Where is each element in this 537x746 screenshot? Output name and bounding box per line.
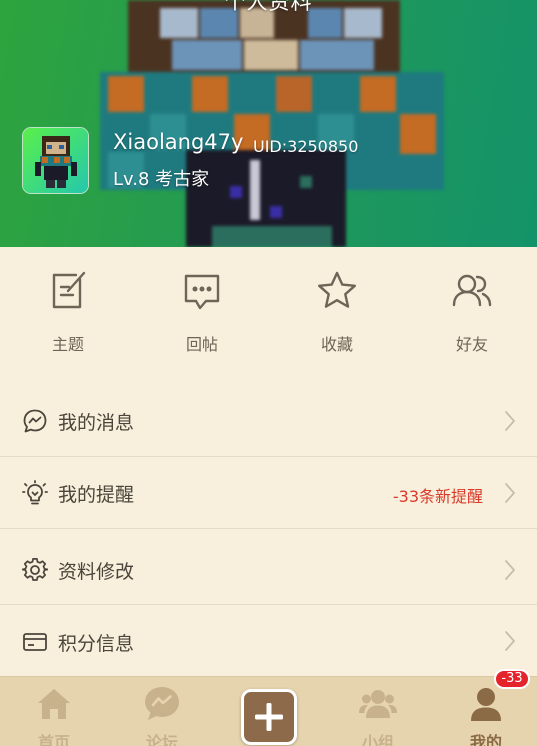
menu-item-label: 我的提醒	[58, 484, 135, 506]
tab-groups[interactable]: 小组	[333, 685, 423, 746]
tab-label: 论坛	[145, 733, 178, 746]
profile-notification-badge: -33	[494, 669, 530, 689]
quick-action-label: 好友	[455, 335, 488, 354]
menu-item-points-info[interactable]: 积分信息	[0, 605, 537, 677]
quick-action-favorites[interactable]: 收藏	[287, 269, 387, 359]
quick-action-friends[interactable]: 好友	[422, 269, 522, 359]
menu-item-edit-profile[interactable]: 资料修改	[0, 529, 537, 605]
profile-banner: 个人资料 ··· Xiaolang47y UID	[0, 0, 537, 247]
settings-icon	[22, 558, 48, 581]
chat-icon	[145, 687, 179, 720]
quick-action-label: 主题	[51, 335, 84, 354]
add-post-button[interactable]	[241, 689, 297, 745]
chevron-right-icon	[505, 483, 515, 503]
chevron-right-icon	[505, 631, 515, 651]
quick-action-topics[interactable]: 主题	[18, 269, 118, 359]
menu-item-my-reminders[interactable]: 我的提醒 -33条新提醒	[0, 457, 537, 529]
comment-dots-icon	[184, 274, 220, 310]
menu-item-label: 我的消息	[58, 412, 135, 434]
friends-icon	[452, 274, 492, 307]
avatar[interactable]	[22, 127, 89, 194]
quick-action-replies[interactable]: 回帖	[152, 269, 252, 359]
user-uid: UID:3250850	[253, 137, 359, 156]
menu-item-label: 资料修改	[58, 561, 135, 583]
menu-item-label: 积分信息	[58, 633, 135, 655]
plus-icon	[255, 703, 283, 731]
quick-action-label: 回帖	[185, 335, 218, 354]
message-icon	[23, 409, 47, 433]
chevron-right-icon	[505, 560, 515, 580]
star-icon	[318, 271, 356, 308]
tab-home[interactable]: 首页	[9, 685, 99, 746]
quick-action-label: 收藏	[320, 335, 353, 354]
tab-forum[interactable]: 论坛	[117, 685, 207, 746]
edit-note-icon	[52, 271, 86, 309]
menu-item-my-messages[interactable]: 我的消息	[0, 385, 537, 457]
page-title: 个人资料	[224, 0, 313, 14]
tab-mine[interactable]: 我的	[441, 685, 531, 746]
home-icon	[38, 689, 70, 719]
user-level: Lv.8 考古家	[113, 169, 210, 190]
tab-label: 我的	[469, 733, 502, 746]
quick-actions: 主题 回帖 收藏 好友	[0, 247, 537, 377]
username: Xiaolang47y	[113, 130, 244, 154]
card-icon	[23, 633, 47, 651]
more-options-button[interactable]: ···	[485, 0, 521, 11]
user-icon	[471, 688, 501, 721]
skin-background-image	[0, 0, 537, 247]
tab-label: 小组	[361, 733, 394, 746]
chevron-right-icon	[505, 411, 515, 431]
group-icon	[359, 690, 397, 718]
new-reminders-count: -33条新提醒	[392, 487, 483, 506]
bulb-icon	[22, 480, 48, 505]
tab-label: 首页	[37, 733, 70, 746]
